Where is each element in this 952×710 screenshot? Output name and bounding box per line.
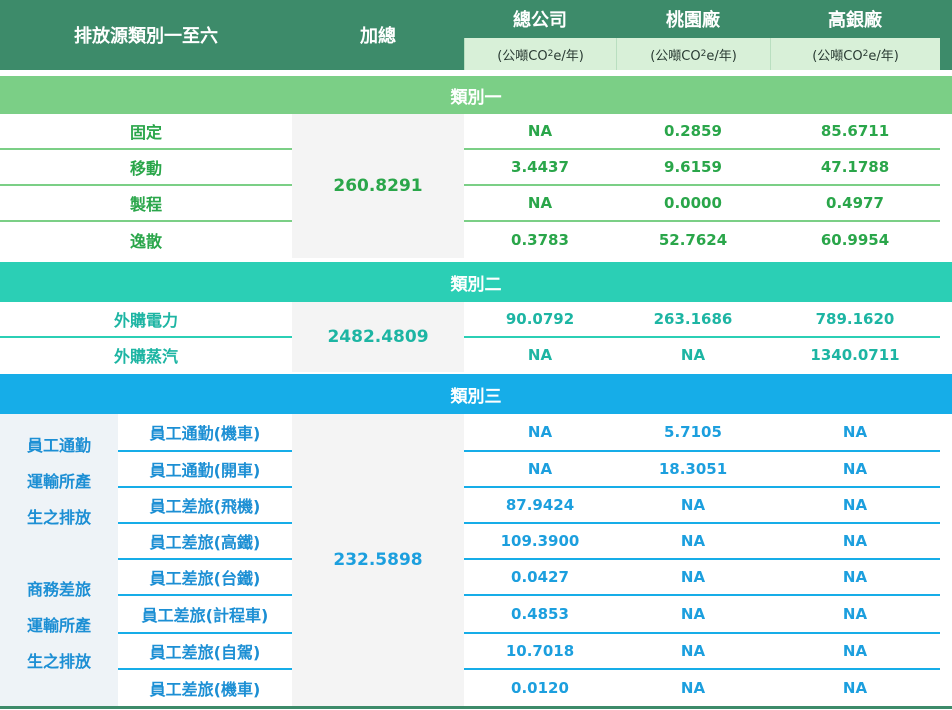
unit-prefix: (公噸CO: [812, 48, 863, 64]
unit-suffix: e/年): [706, 48, 737, 64]
cell-taoyuan: NA: [680, 605, 706, 623]
unit-prefix: (公噸CO: [497, 48, 548, 64]
cell-hq: NA: [527, 460, 553, 478]
group-line: 生之排放: [26, 652, 91, 671]
cell-hq: 0.0427: [511, 568, 569, 586]
category1-total: 260.8291: [292, 114, 464, 258]
cell-taoyuan: NA: [680, 568, 706, 586]
cell-hq: 0.0120: [511, 679, 569, 697]
cell-taoyuan: 0.2859: [664, 122, 722, 140]
cell-taoyuan: 9.6159: [664, 158, 722, 176]
row-label: 員工差旅(飛機): [149, 497, 261, 516]
category1-band: 類別一: [0, 76, 952, 114]
cell-hq: 90.0792: [505, 310, 575, 328]
cell-hq: 10.7018: [505, 642, 575, 660]
row-label: 員工通勤(開車): [149, 461, 261, 480]
row-label: 員工差旅(計程車): [141, 606, 269, 625]
row-label: 員工差旅(高鐵): [149, 533, 261, 552]
unit-hq: (公噸CO 2 e/年): [464, 38, 616, 70]
cell-kaohsiung: NA: [842, 605, 868, 623]
header-total-label: 加總: [360, 26, 396, 47]
row-label: 固定: [129, 123, 162, 142]
emissions-table: 排放源類別一至六 加總 總公司 桃園廠 高銀廠 (公噸CO 2 e/年) (公噸CO…: [0, 0, 952, 710]
cell-taoyuan: 5.7105: [664, 423, 722, 441]
category3-band: 類別三: [0, 374, 952, 414]
cell-taoyuan: NA: [680, 642, 706, 660]
cell-kaohsiung: 47.1788: [820, 158, 890, 176]
cell-hq: NA: [527, 346, 553, 364]
cell-taoyuan: 18.3051: [658, 460, 728, 478]
header-hq-label: 總公司: [513, 10, 567, 31]
group-line: 運輸所產: [26, 616, 91, 635]
cell-taoyuan: NA: [680, 346, 706, 364]
cell-kaohsiung: NA: [842, 679, 868, 697]
row-label: 移動: [129, 159, 162, 178]
cell-kaohsiung: 0.4977: [826, 194, 884, 212]
cell-hq: 0.3783: [511, 231, 569, 249]
row-label: 外購蒸汽: [113, 347, 178, 366]
cell-kaohsiung: 789.1620: [815, 310, 895, 328]
group-commute: 員工通勤 運輸所產 生之排放: [0, 428, 118, 536]
cell-kaohsiung: 60.9954: [820, 231, 890, 249]
cell-kaohsiung: NA: [842, 496, 868, 514]
unit-suffix: e/年): [868, 48, 899, 64]
cell-taoyuan: NA: [680, 679, 706, 697]
unit-prefix: (公噸CO: [650, 48, 701, 64]
cell-hq: 109.3900: [500, 532, 580, 550]
group-line: 運輸所產: [26, 472, 91, 491]
row-label: 員工通勤(機車): [149, 424, 261, 443]
unit-suffix: e/年): [553, 48, 584, 64]
cell-kaohsiung: NA: [842, 642, 868, 660]
category2-total: 2482.4809: [292, 302, 464, 372]
cell-kaohsiung: NA: [842, 460, 868, 478]
group-line: 員工通勤: [26, 436, 91, 455]
cell-hq: NA: [527, 122, 553, 140]
row-label: 逸散: [129, 232, 162, 251]
category2-band: 類別二: [0, 262, 952, 302]
cell-hq: 0.4853: [511, 605, 569, 623]
cell-taoyuan: NA: [680, 532, 706, 550]
table-bottom-border: [0, 706, 952, 709]
cell-kaohsiung: NA: [842, 532, 868, 550]
row-label: 製程: [129, 195, 162, 214]
cell-taoyuan: NA: [680, 496, 706, 514]
cell-taoyuan: 263.1686: [653, 310, 733, 328]
row-label: 員工差旅(機車): [149, 680, 261, 699]
header-source-label: 排放源類別一至六: [74, 26, 218, 47]
cell-hq: NA: [527, 194, 553, 212]
cell-hq: 3.4437: [511, 158, 569, 176]
unit-kaohsiung: (公噸CO 2 e/年): [770, 38, 940, 70]
row-label: 外購電力: [113, 311, 178, 330]
cell-kaohsiung: 85.6711: [820, 122, 890, 140]
row-label: 員工差旅(台鐵): [149, 569, 261, 588]
category3-total: 232.5898: [292, 414, 464, 706]
group-line: 生之排放: [26, 508, 91, 527]
cell-taoyuan: 52.7624: [658, 231, 728, 249]
cell-hq: 87.9424: [505, 496, 575, 514]
cell-hq: NA: [527, 423, 553, 441]
cell-kaohsiung: NA: [842, 423, 868, 441]
header-kaohsiung-label: 高銀廠: [828, 10, 882, 31]
unit-taoyuan: (公噸CO 2 e/年): [616, 38, 770, 70]
cell-kaohsiung: NA: [842, 568, 868, 586]
cell-taoyuan: 0.0000: [664, 194, 722, 212]
header-taoyuan-label: 桃園廠: [666, 10, 720, 31]
group-line: 商務差旅: [26, 580, 91, 599]
row-label: 員工差旅(自駕): [149, 643, 261, 662]
group-business: 商務差旅 運輸所產 生之排放: [0, 572, 118, 680]
cell-kaohsiung: 1340.0711: [810, 346, 900, 364]
